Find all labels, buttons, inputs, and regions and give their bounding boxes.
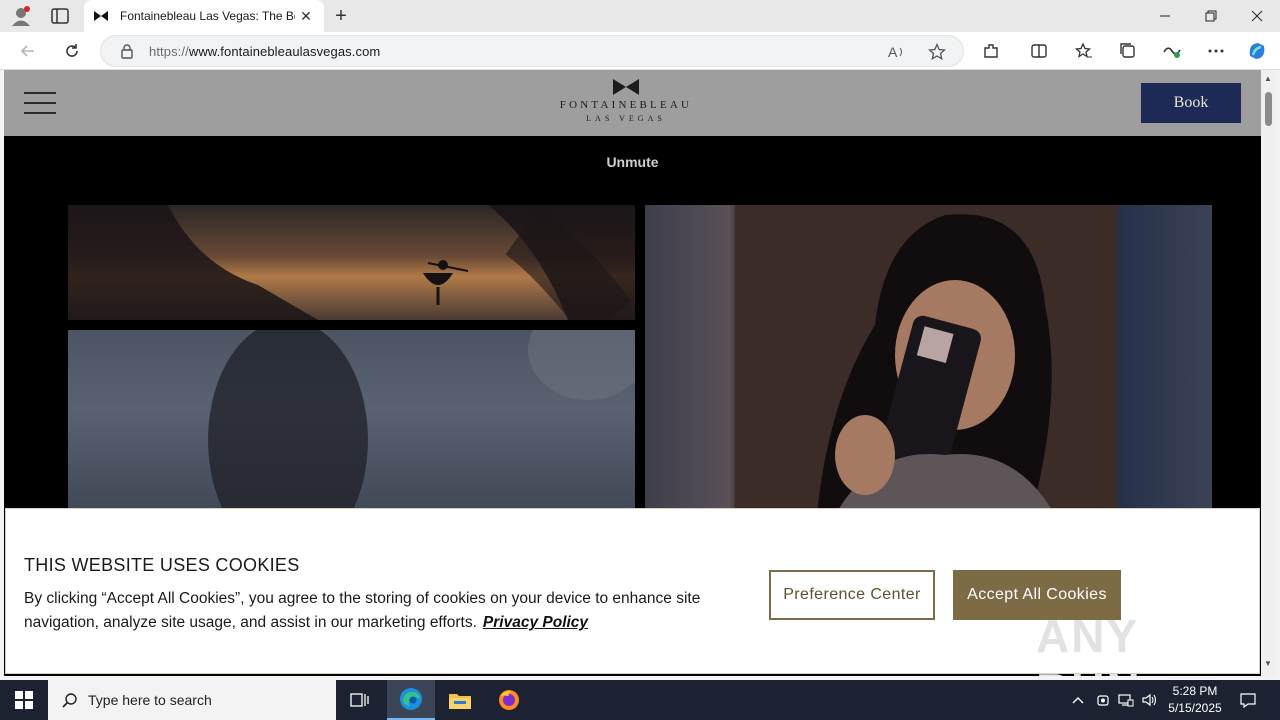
file-explorer-icon[interactable] [436, 680, 484, 720]
notifications-icon[interactable] [1234, 680, 1262, 720]
logo-subtitle: LAS VEGAS [586, 114, 666, 123]
preference-center-button[interactable]: Preference Center [769, 570, 935, 620]
lock-icon[interactable] [119, 43, 135, 59]
extensions-icon[interactable] [979, 39, 1003, 63]
url-text[interactable]: https://www.fontainebleaulasvegas.com [149, 44, 380, 59]
collections-icon[interactable] [1116, 39, 1140, 63]
new-tab-button[interactable]: + [330, 5, 352, 27]
browser-tab-active[interactable]: Fontainebleau Las Vegas: The Best ✕ [84, 0, 324, 32]
clock-time: 5:28 PM [1172, 684, 1218, 698]
svg-text:A: A [888, 44, 898, 60]
scroll-thumb[interactable] [1265, 92, 1272, 126]
site-logo[interactable]: FONTAINEBLEAU LAS VEGAS [552, 78, 700, 130]
favorite-star-icon[interactable] [927, 42, 947, 62]
more-options-icon[interactable] [1204, 39, 1228, 63]
profile-avatar-icon[interactable] [10, 5, 32, 27]
privacy-policy-link[interactable]: Privacy Policy [483, 614, 588, 631]
taskbar-clock[interactable]: 5:28 PM 5/15/2025 [1166, 683, 1224, 717]
address-bar[interactable]: https://www.fontainebleaulasvegas.com A [100, 35, 964, 67]
hamburger-menu-icon[interactable] [24, 92, 56, 114]
url-domain: www.fontainebleaulasvegas.com [188, 44, 381, 59]
favorites-icon[interactable] [1072, 39, 1096, 63]
tray-overflow-icon[interactable] [1068, 680, 1088, 720]
anyrun-watermark: ANY RUN [1036, 610, 1140, 676]
windows-taskbar: Type here to search 5:28 PM 5/15/2025 [0, 680, 1280, 720]
scroll-up-icon[interactable]: ▲ [1264, 74, 1272, 83]
network-icon[interactable] [1116, 680, 1136, 720]
browser-tab-bar: Fontainebleau Las Vegas: The Best ✕ + [0, 0, 1280, 32]
logo-name: FONTAINEBLEAU [559, 99, 693, 111]
bowtie-icon [94, 8, 110, 24]
tab-close-icon[interactable]: ✕ [298, 8, 314, 24]
search-icon [62, 693, 77, 708]
browser-toolbar: https://www.fontainebleaulasvegas.com A [0, 32, 1280, 70]
split-screen-icon[interactable] [1027, 39, 1051, 63]
minimize-icon[interactable] [1142, 0, 1188, 32]
firefox-icon[interactable] [485, 680, 533, 720]
window-close-icon[interactable] [1234, 0, 1280, 32]
taskbar-search-box[interactable]: Type here to search [48, 680, 336, 720]
restore-icon[interactable] [1188, 0, 1234, 32]
refresh-icon[interactable] [60, 39, 84, 63]
page-scrollbar[interactable]: ▲ ▼ [1261, 70, 1276, 676]
blurred-figure-photo [68, 330, 635, 530]
task-view-icon[interactable] [336, 680, 384, 720]
tab-title: Fontainebleau Las Vegas: The Best [120, 9, 295, 23]
browser-essentials-icon[interactable] [1160, 39, 1184, 63]
volume-icon[interactable] [1140, 680, 1160, 720]
cookie-title: THIS WEBSITE USES COOKIES [24, 555, 300, 575]
scroll-down-icon[interactable]: ▼ [1264, 659, 1272, 668]
cocktail-sunset-photo [68, 205, 635, 320]
cookie-description: By clicking “Accept All Cookies”, you ag… [24, 587, 744, 635]
clock-date: 5/15/2025 [1168, 701, 1222, 715]
book-button[interactable]: Book [1141, 83, 1241, 123]
unmute-button[interactable]: Unmute [4, 154, 1261, 170]
search-placeholder: Type here to search [88, 692, 212, 708]
edge-browser-icon[interactable] [387, 680, 435, 720]
security-tray-icon[interactable] [1093, 680, 1113, 720]
cookie-text: By clicking “Accept All Cookies”, you ag… [24, 590, 701, 631]
windows-start-icon[interactable] [0, 680, 48, 720]
back-icon[interactable] [16, 39, 40, 63]
woman-with-phone-photo [645, 205, 1212, 535]
site-header: FONTAINEBLEAU LAS VEGAS Book [4, 70, 1261, 136]
tab-actions-icon[interactable] [50, 7, 70, 25]
page-viewport: FONTAINEBLEAU LAS VEGAS Book Unmute THIS… [4, 70, 1261, 676]
cookie-banner: THIS WEBSITE USES COOKIES By clicking “A… [5, 508, 1260, 676]
copilot-icon[interactable] [1245, 39, 1269, 63]
bowtie-logo-icon [612, 78, 640, 96]
read-aloud-icon[interactable]: A [887, 42, 907, 62]
url-protocol: https:// [149, 44, 189, 59]
